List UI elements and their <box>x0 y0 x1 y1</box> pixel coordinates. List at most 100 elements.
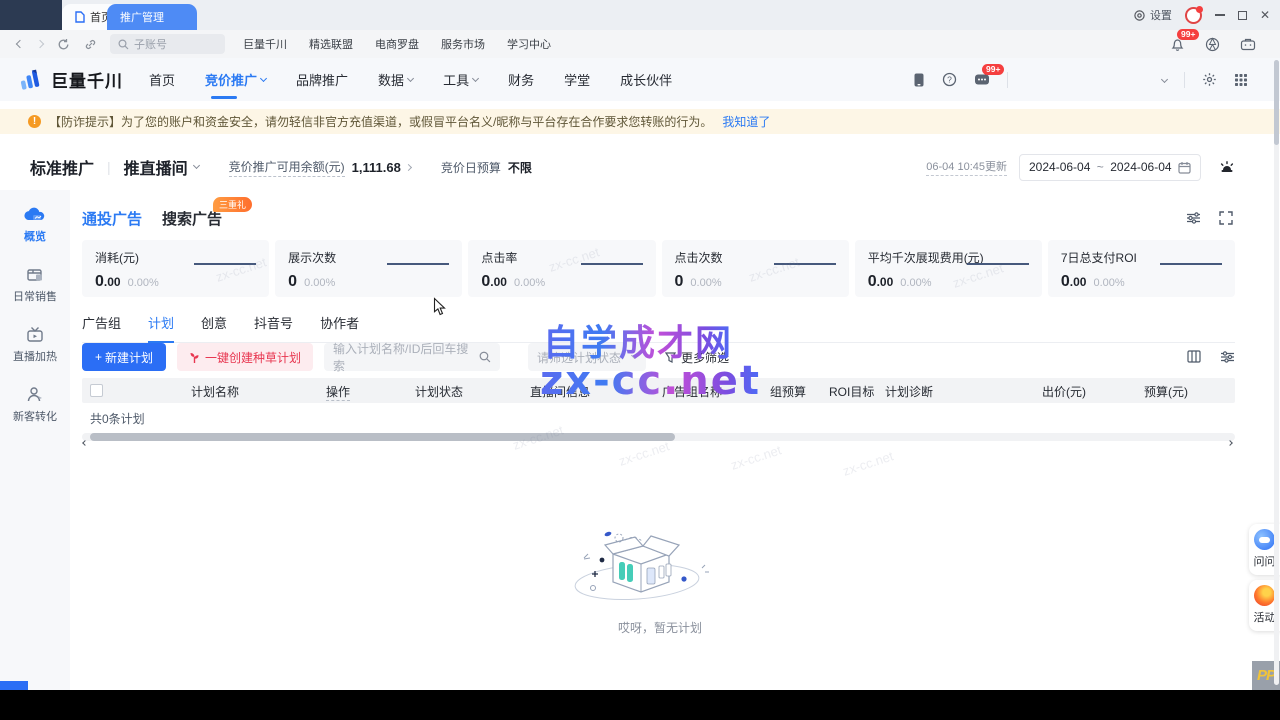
nav-label: 工具 <box>443 70 469 89</box>
live-tv-icon <box>25 325 45 344</box>
logo-text: 巨量千川 <box>51 67 123 92</box>
tab-creative[interactable]: 创意 <box>201 313 227 342</box>
scrollbar-thumb[interactable] <box>1274 60 1279 145</box>
tab-douyin-account[interactable]: 抖音号 <box>254 313 293 342</box>
nav-item-tools[interactable]: 工具 <box>443 70 478 89</box>
bookmark-jingxuan[interactable]: 精选联盟 <box>309 36 353 52</box>
tab-search-ads[interactable]: 搜索广告 三重礼 <box>162 208 222 229</box>
avatar[interactable] <box>1185 7 1202 24</box>
mascot-icon <box>1254 529 1275 550</box>
column-settings-icon[interactable] <box>1220 350 1235 364</box>
plan-search-input[interactable]: 输入计划名称/ID后回车搜索 <box>324 343 500 371</box>
sidebar-item-overview[interactable]: 概览 <box>24 206 46 244</box>
close-button[interactable]: ✕ <box>1260 8 1270 22</box>
bookmark-qianchuan[interactable]: 巨量千川 <box>243 36 287 52</box>
stat-value: 0 <box>481 273 490 291</box>
workspace-icon[interactable] <box>1240 37 1256 51</box>
tab-label: 通投广告 <box>82 211 142 228</box>
nav-item-data[interactable]: 数据 <box>378 70 413 89</box>
columns-icon[interactable] <box>1187 350 1201 364</box>
tab-ad-group[interactable]: 广告组 <box>82 313 121 342</box>
nav-label: 品牌推广 <box>296 70 348 89</box>
select-all-checkbox[interactable] <box>90 384 103 397</box>
stat-decimal: .00 <box>490 275 507 289</box>
message-icon[interactable]: 99+ <box>974 73 990 87</box>
maximize-button[interactable] <box>1238 11 1247 20</box>
col-plan-status: 计划状态 <box>415 383 463 400</box>
daily-budget-label: 竞价日预算 <box>441 159 501 176</box>
nav-item-home[interactable]: 首页 <box>149 70 175 89</box>
sidebar-item-daily-sales[interactable]: 日常销售 <box>13 265 57 304</box>
nav-item-school[interactable]: 学堂 <box>564 70 590 89</box>
screen: 首页 推广管理 设置 ✕ 子账号 巨量千川 <box>0 0 1280 720</box>
tab-plan[interactable]: 计划 <box>148 313 174 343</box>
watermark-tile: zx-cc.net <box>511 422 565 452</box>
minimize-button[interactable] <box>1215 14 1225 16</box>
empty-text: 哎呀，暂无计划 <box>555 619 765 636</box>
bookmark-luopan[interactable]: 电商罗盘 <box>375 36 419 52</box>
address-search-input[interactable]: 子账号 <box>110 34 225 54</box>
tab-collaborator[interactable]: 协作者 <box>320 313 359 342</box>
balance-detail-arrow[interactable] <box>406 165 411 170</box>
browser-tab-promotion[interactable]: 推广管理 <box>107 4 197 30</box>
date-range-picker[interactable]: 2024-06-04 ~ 2024-06-04 <box>1019 154 1201 181</box>
promotion-target-dropdown[interactable]: 推直播间 <box>124 155 199 179</box>
client-settings-button[interactable]: 设置 <box>1133 7 1172 23</box>
document-icon <box>75 11 85 23</box>
fullscreen-icon[interactable] <box>1219 211 1233 225</box>
sparkline <box>387 263 449 265</box>
seed-plan-button[interactable]: 一键创建种草计划 <box>177 343 313 371</box>
stat-percent: 0.00% <box>514 277 545 289</box>
stat-value: 0 <box>1061 273 1070 291</box>
ai-assistant-label: 问问 <box>1254 553 1276 569</box>
toolbar-right: 99+ <box>1170 37 1256 52</box>
nav-item-bidding[interactable]: 竞价推广 <box>205 70 266 89</box>
bookmark-fuwu[interactable]: 服务市场 <box>441 36 485 52</box>
help-icon[interactable]: ? <box>942 72 957 87</box>
account-chevron-icon[interactable] <box>1161 76 1168 83</box>
nav-label: 财务 <box>508 70 534 89</box>
activity-label: 活动 <box>1254 609 1276 625</box>
date-separator: ~ <box>1097 160 1104 174</box>
nav-label: 学堂 <box>564 70 590 89</box>
empty-box-illustration <box>555 520 715 612</box>
metric-settings-icon[interactable] <box>1186 211 1201 225</box>
tab-feed-ads[interactable]: 通投广告 <box>82 208 142 229</box>
watermark-tile: zx-cc.net <box>841 448 895 478</box>
nav-item-finance[interactable]: 财务 <box>508 70 534 89</box>
scroll-left-arrow[interactable] <box>83 434 87 448</box>
refresh-icon[interactable] <box>57 38 70 51</box>
letterbox-bar <box>0 690 1280 720</box>
stat-value: 0 <box>868 273 877 291</box>
col-plan-name: 计划名称 <box>191 383 239 400</box>
back-button[interactable] <box>17 41 23 47</box>
chevron-down-icon <box>260 74 267 81</box>
client-settings-label: 设置 <box>1150 7 1172 23</box>
notification-bell-icon[interactable]: 99+ <box>1170 37 1185 52</box>
alarm-button[interactable] <box>1213 154 1240 181</box>
sidebar-item-live-heating[interactable]: 直播加热 <box>13 325 57 364</box>
alarm-icon <box>1218 159 1236 175</box>
sidebar-label: 新客转化 <box>13 408 57 424</box>
scrollbar-thumb[interactable] <box>90 433 675 441</box>
stat-percent: 0.00% <box>690 277 721 289</box>
scroll-right-arrow[interactable] <box>1228 434 1232 448</box>
logo[interactable]: 巨量千川 <box>18 67 123 92</box>
vertical-scrollbar[interactable] <box>1274 60 1279 685</box>
message-badge: 99+ <box>982 64 1004 75</box>
link-icon[interactable] <box>84 38 97 51</box>
browser-mode-icon[interactable] <box>1205 37 1220 52</box>
nav-item-brand[interactable]: 品牌推广 <box>296 70 348 89</box>
stat-card-roi: 7日总支付ROI 0.000.00% <box>1048 240 1235 297</box>
settings-gear-icon[interactable] <box>1202 72 1217 87</box>
forward-button[interactable] <box>37 41 43 47</box>
apps-grid-icon[interactable] <box>1234 73 1248 87</box>
bookmark-xuexi[interactable]: 学习中心 <box>507 36 551 52</box>
person-icon <box>25 385 45 404</box>
new-plan-button[interactable]: + 新建计划 <box>82 343 166 371</box>
sidebar-item-new-customer[interactable]: 新客转化 <box>13 385 57 424</box>
mobile-icon[interactable] <box>913 72 925 88</box>
plan-count: 共0条计划 <box>90 410 145 427</box>
banner-confirm-link[interactable]: 我知道了 <box>722 113 770 130</box>
nav-item-partner[interactable]: 成长伙伴 <box>620 70 672 89</box>
